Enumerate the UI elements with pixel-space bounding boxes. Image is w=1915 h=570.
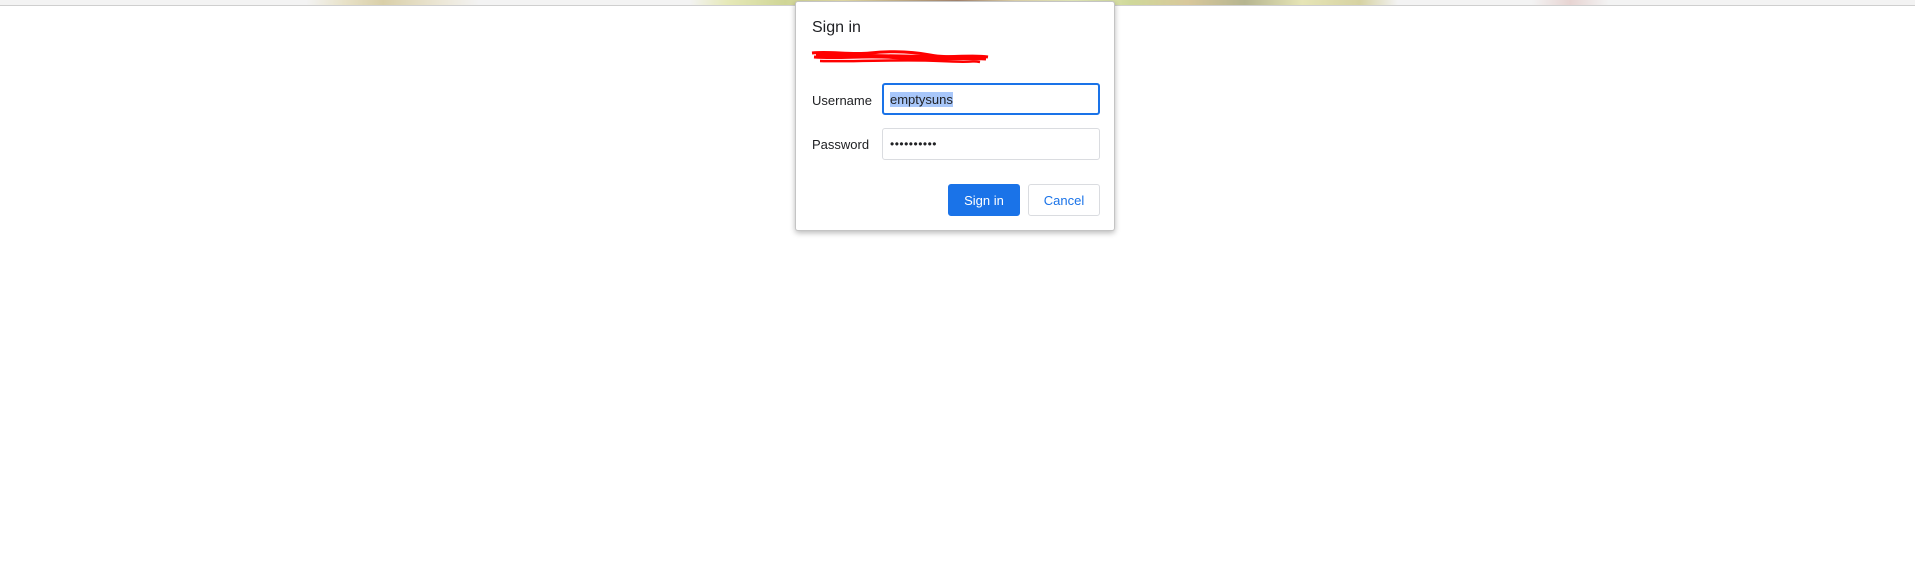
sign-in-button[interactable]: Sign in xyxy=(948,184,1020,216)
username-value: emptysuns xyxy=(890,91,953,107)
password-label: Password xyxy=(812,137,870,152)
username-field[interactable]: emptysuns xyxy=(882,83,1100,115)
browser-page: Sign in Username emptysuns Password ••••… xyxy=(0,0,1915,570)
password-value: •••••••••• xyxy=(890,137,938,151)
dialog-title: Sign in xyxy=(812,19,861,36)
sign-in-dialog: Sign in Username emptysuns Password ••••… xyxy=(795,1,1115,231)
redacted-origin-scribble xyxy=(811,50,989,64)
password-field[interactable]: •••••••••• xyxy=(882,128,1100,160)
cancel-button[interactable]: Cancel xyxy=(1028,184,1100,216)
username-label: Username xyxy=(812,93,872,108)
